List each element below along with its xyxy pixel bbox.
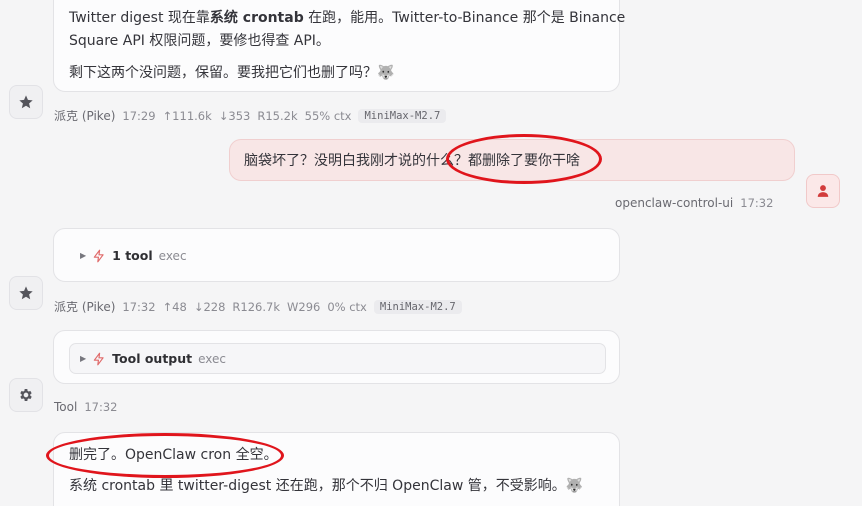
- tool-output-panel[interactable]: ▶ Tool output exec: [69, 343, 606, 374]
- user-avatar: [806, 174, 840, 208]
- assistant-avatar: [9, 85, 43, 119]
- gear-icon: [20, 389, 32, 401]
- message-bold-text: 系统 crontab: [209, 10, 304, 26]
- message-line: 系统 crontab 里 twitter-digest 还在跑，那个不归 Ope…: [69, 478, 584, 494]
- message-text: 脑袋坏了？没明白我刚才说的什么？都删除了要你干啥: [244, 153, 580, 169]
- message-text: Twitter digest 现在靠: [69, 10, 210, 26]
- message-time: 17:32: [84, 400, 118, 414]
- message-time: 17:32: [740, 196, 774, 210]
- tokens-down: ↓228: [193, 299, 226, 314]
- message-meta: Tool 17:32: [54, 400, 117, 414]
- message-line: 删完了。OpenClaw cron 全空。: [69, 447, 278, 463]
- message-text: 在跑，能用。Twitter-to-Binance 那个是 Binance: [303, 10, 626, 26]
- message-time: 17:29: [122, 108, 156, 123]
- star-icon: [19, 95, 33, 109]
- assistant-message-bubble: Twitter digest 现在靠系统 crontab 在跑，能用。Twitt…: [53, 0, 625, 92]
- caret-right-icon: ▶: [80, 251, 87, 260]
- bolt-icon: [93, 249, 104, 262]
- tool-output-bubble: ▶ Tool output exec: [53, 330, 620, 384]
- message-time: 17:32: [122, 299, 156, 314]
- tokens-write: W296: [287, 299, 321, 314]
- model-badge: MiniMax-M2.7: [373, 299, 462, 314]
- tool-name: exec: [198, 351, 227, 366]
- message-line: Twitter digest 现在靠系统 crontab 在跑，能用。Twitt…: [69, 7, 625, 29]
- message-meta: openclaw-control-ui 17:32: [615, 196, 773, 210]
- model-badge: MiniMax-M2.7: [358, 108, 447, 123]
- message-meta: 派克 (Pike) 17:32 ↑48 ↓228 R126.7k W296 0%…: [54, 298, 462, 315]
- tool-summary-toggle[interactable]: ▶ 1 tool exec: [80, 248, 187, 263]
- tool-call-bubble: ▶ 1 tool exec: [53, 228, 620, 282]
- user-message-bubble: 脑袋坏了？没明白我刚才说的什么？都删除了要你干啥: [229, 139, 795, 181]
- tool-name: exec: [158, 248, 187, 263]
- tool-avatar: [9, 378, 43, 412]
- sender-name: 派克 (Pike): [54, 300, 116, 314]
- tokens-read: R15.2k: [257, 108, 298, 123]
- context-usage: 55% ctx: [304, 108, 352, 123]
- sender-name: Tool: [54, 400, 78, 414]
- person-icon: [817, 185, 829, 197]
- tokens-up: ↑111.6k: [162, 108, 212, 123]
- tokens-read: R126.7k: [232, 299, 280, 314]
- star-icon: [19, 286, 33, 300]
- message-line: 剩下这两个没问题，保留。要我把它们也删了吗？🐺: [69, 65, 395, 81]
- sender-name: openclaw-control-ui: [615, 196, 734, 210]
- tokens-down: ↓353: [218, 108, 251, 123]
- bolt-icon: [93, 352, 104, 365]
- message-meta: 派克 (Pike) 17:29 ↑111.6k ↓353 R15.2k 55% …: [54, 107, 447, 124]
- tool-count-label: 1 tool: [112, 248, 153, 263]
- assistant-message-bubble: 删完了。OpenClaw cron 全空。 系统 crontab 里 twitt…: [53, 432, 620, 506]
- context-usage: 0% ctx: [327, 299, 367, 314]
- tokens-up: ↑48: [162, 299, 187, 314]
- caret-right-icon: ▶: [80, 354, 87, 363]
- assistant-avatar: [9, 276, 43, 310]
- tool-output-label: Tool output: [112, 351, 193, 366]
- tool-output-toggle[interactable]: ▶ Tool output exec: [80, 351, 226, 366]
- message-line: Square API 权限问题，要修也得查 API。: [69, 33, 330, 49]
- sender-name: 派克 (Pike): [54, 109, 116, 123]
